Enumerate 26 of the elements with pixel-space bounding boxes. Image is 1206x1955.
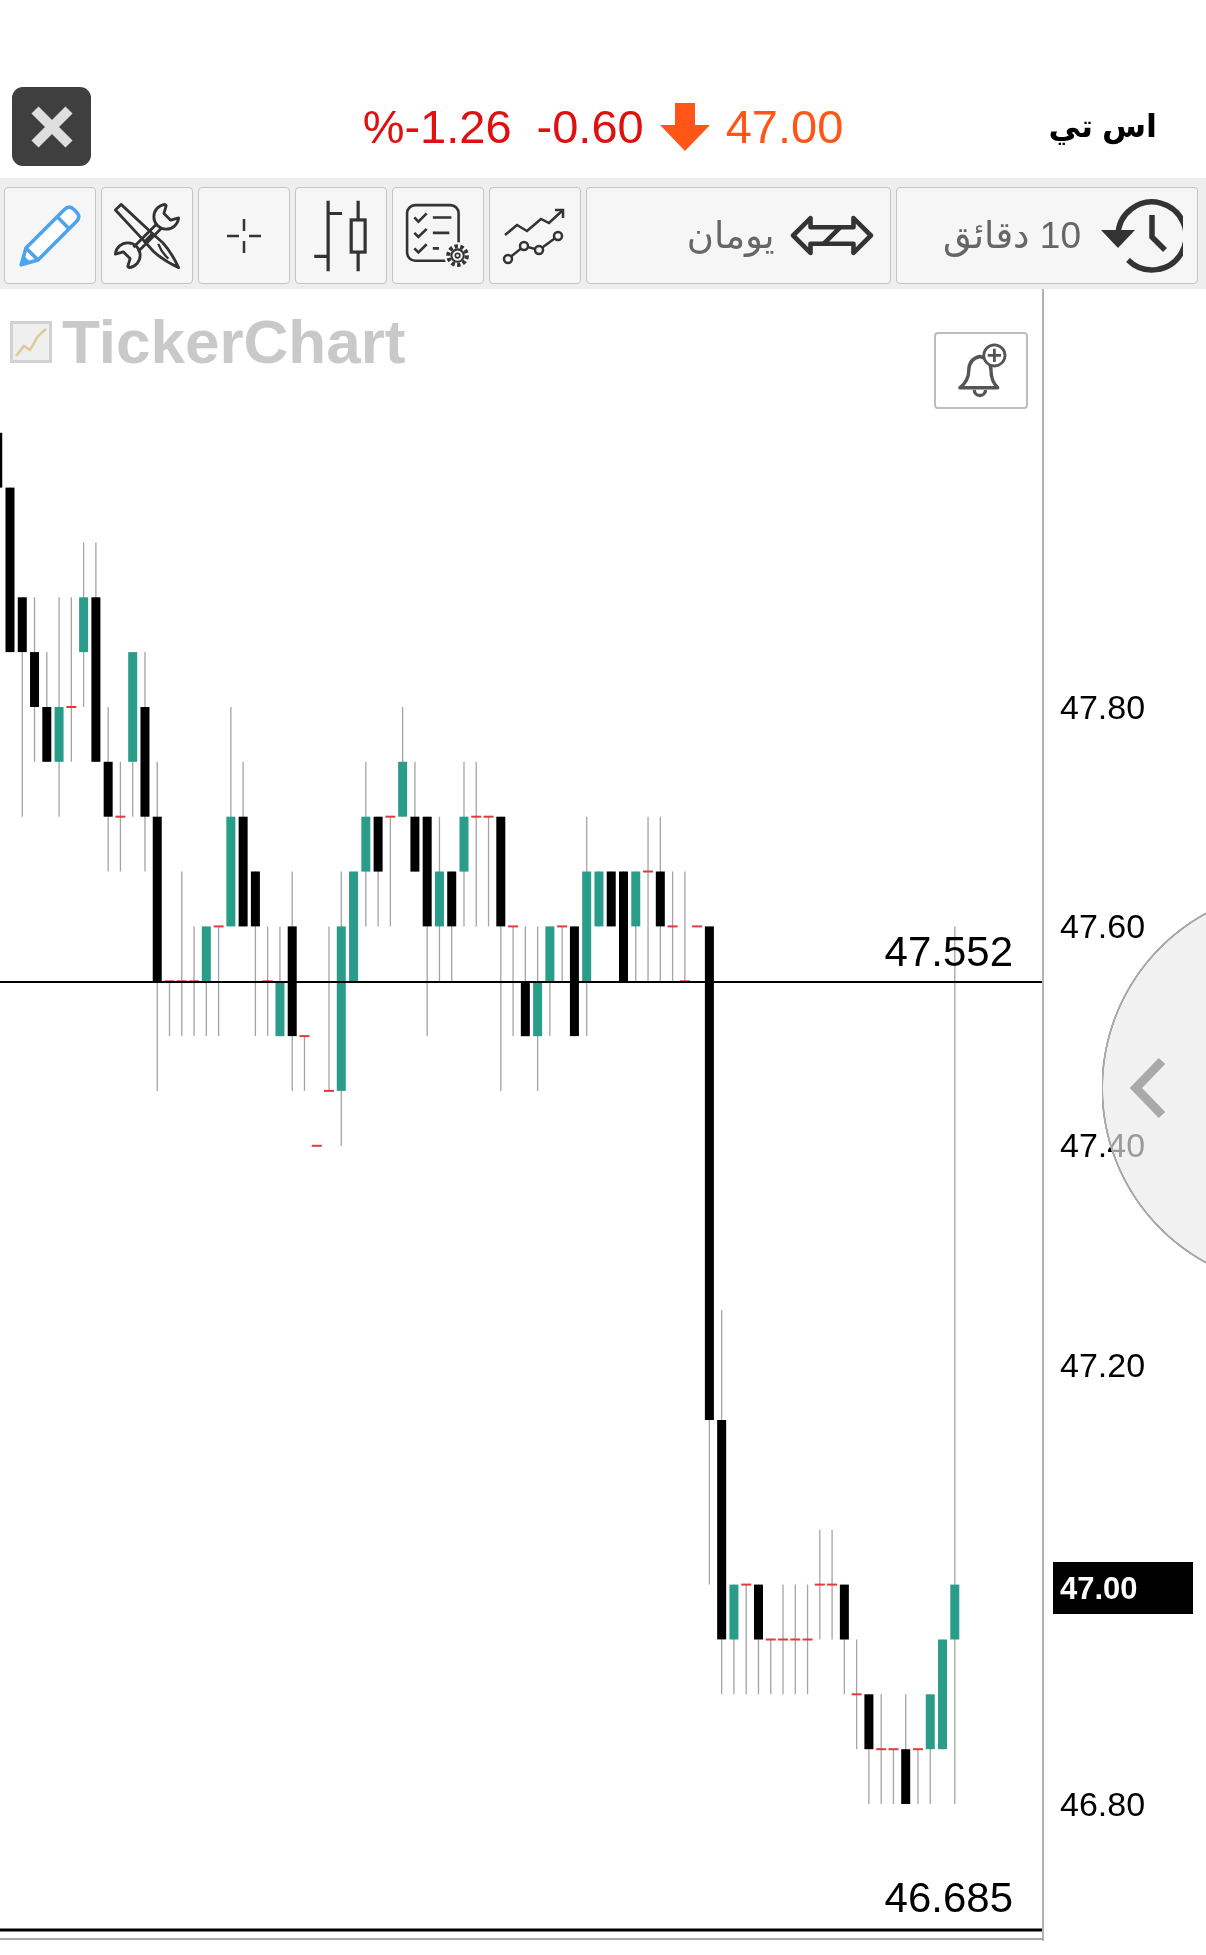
pencil-button[interactable]: [4, 187, 96, 284]
price-axis-label: 47.20: [1060, 1346, 1146, 1384]
price-line-label: 47.552: [884, 928, 1013, 975]
crosshair-icon[interactable]: [226, 217, 262, 254]
interval-button[interactable]: 10 دقائق: [895, 187, 1198, 284]
chart-type-button[interactable]: [295, 187, 387, 284]
checklist-button[interactable]: [392, 187, 484, 284]
symbol-name: اس تي: [1048, 107, 1157, 146]
price-change: -0.60: [536, 103, 644, 150]
tools-button[interactable]: [101, 187, 193, 284]
price-axis-label: 47.60: [1060, 907, 1146, 945]
checklist-gear-icon[interactable]: [404, 201, 472, 270]
price-axis-label: 46.80: [1060, 1785, 1146, 1823]
double-arrow-icon[interactable]: [789, 213, 874, 258]
last-price-tag: 47.00: [1053, 1562, 1193, 1614]
close-button[interactable]: [12, 87, 91, 166]
range-button[interactable]: يومان: [586, 187, 891, 284]
price-axis-label: 47.80: [1060, 688, 1146, 726]
chart-logo-icon: [10, 321, 52, 363]
add-alert-button[interactable]: [934, 332, 1028, 409]
price-line-label: 46.685: [884, 1874, 1013, 1921]
close-icon[interactable]: [29, 104, 74, 149]
change-percent: %-1.26: [362, 103, 512, 150]
line-chart-button[interactable]: [489, 187, 581, 284]
wrench-brush-icon[interactable]: [112, 200, 182, 271]
last-price: 47.00: [725, 103, 844, 150]
